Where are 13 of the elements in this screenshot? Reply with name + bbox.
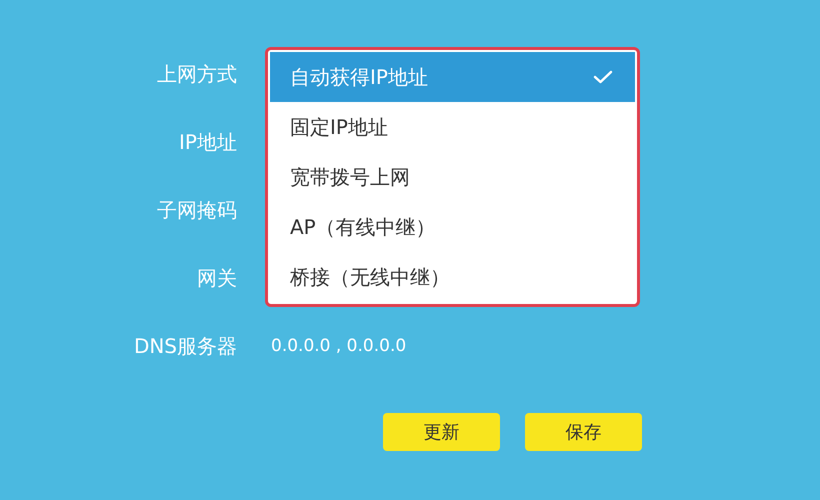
- field-label: 网关: [196, 264, 237, 292]
- field-label: IP地址: [178, 128, 237, 156]
- field-value: 0.0.0.0 , 0.0.0.0: [271, 336, 406, 356]
- dropdown-option[interactable]: 固定IP地址: [270, 102, 635, 152]
- field-label: 上网方式: [156, 60, 237, 88]
- dropdown-option[interactable]: 宽带拨号上网: [270, 152, 635, 202]
- dropdown-option[interactable]: AP（有线中继）: [270, 202, 635, 252]
- field-label: DNS服务器: [132, 332, 237, 360]
- action-button[interactable]: 保存: [525, 413, 642, 451]
- field-label: 子网掩码: [156, 196, 237, 224]
- dropdown-option[interactable]: 桥接（无线中继）: [270, 252, 635, 302]
- action-button[interactable]: 更新: [383, 413, 500, 451]
- check-icon: [593, 70, 613, 84]
